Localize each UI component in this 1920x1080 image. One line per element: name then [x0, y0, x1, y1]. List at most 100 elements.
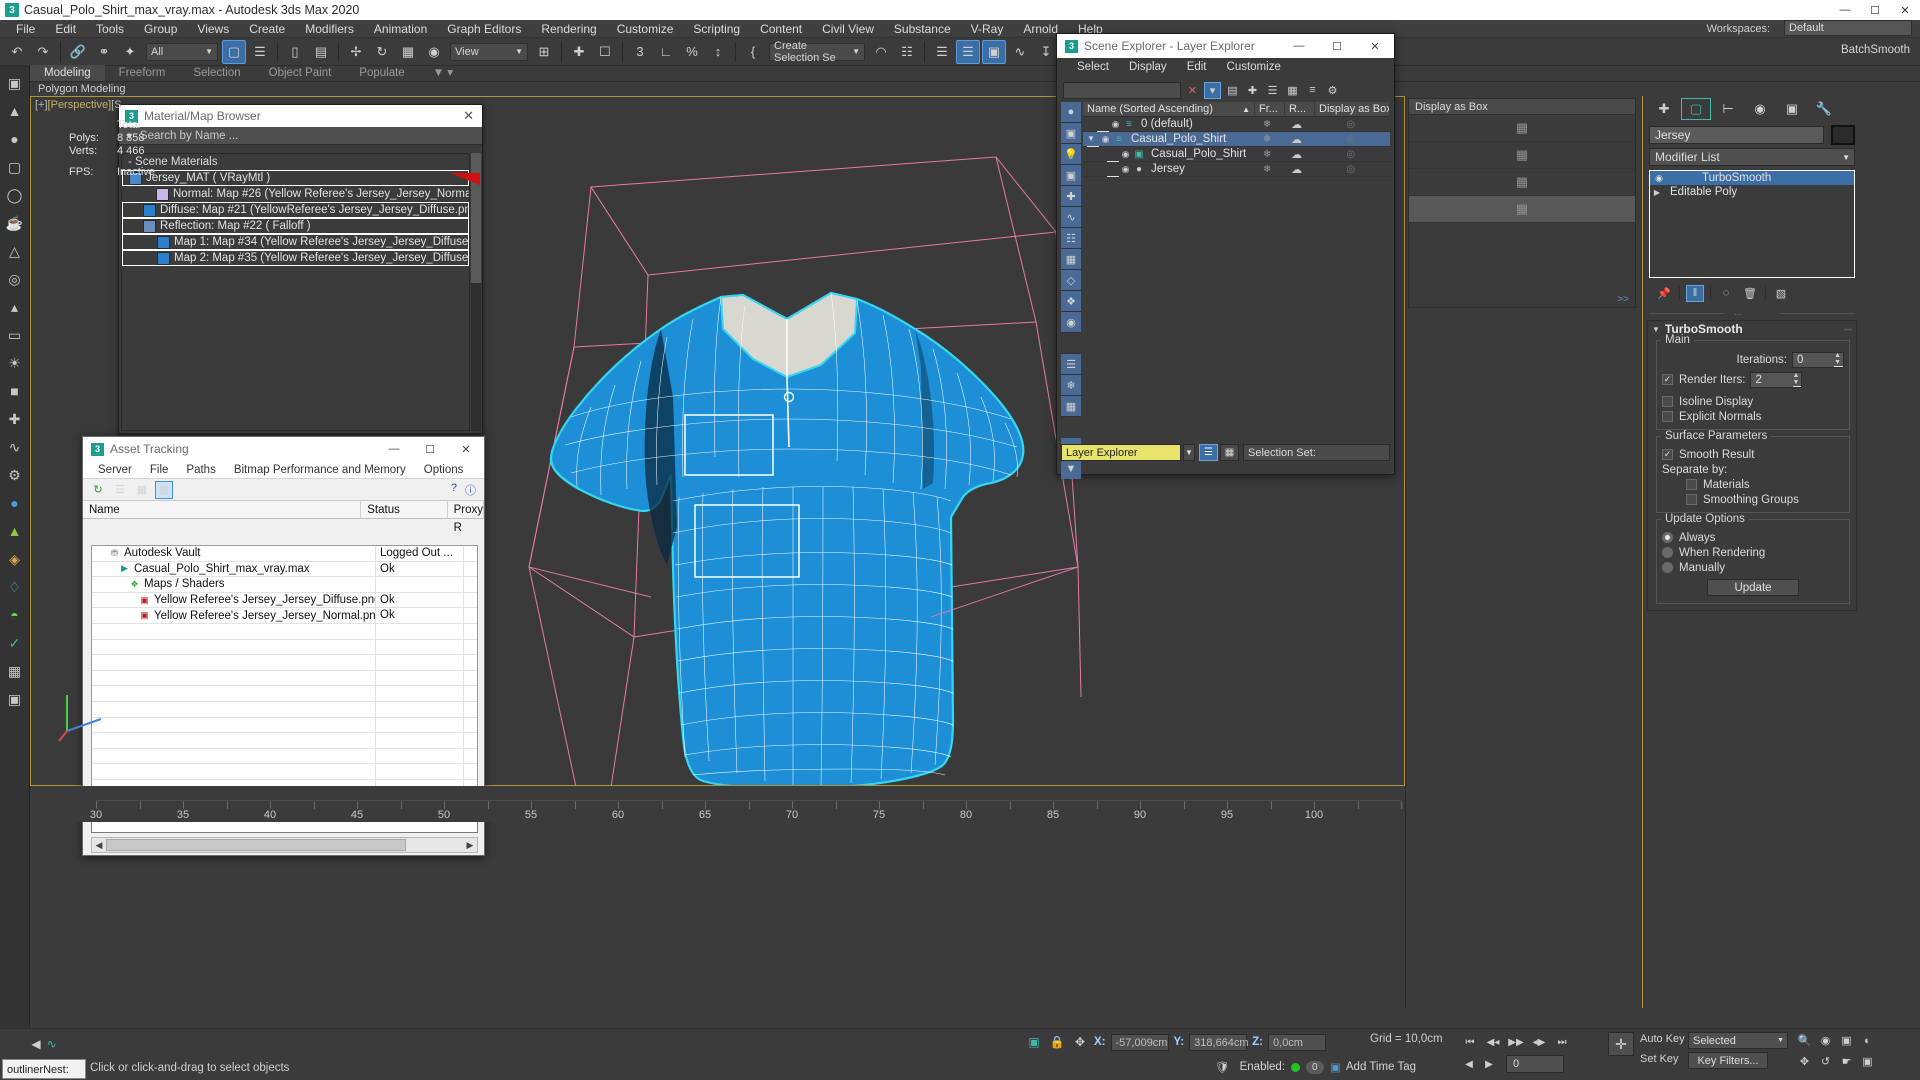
filter-xrefs-icon[interactable]: ▦ — [1061, 249, 1081, 269]
render-iters-checkbox[interactable]: ✓ — [1662, 374, 1673, 385]
isoline-checkbox[interactable] — [1662, 396, 1673, 407]
at-menu-server[interactable]: Server — [89, 464, 141, 476]
hscroll-thumb[interactable] — [106, 839, 406, 851]
menu-item-file[interactable]: File — [6, 20, 45, 38]
menu-item-tools[interactable]: Tools — [86, 20, 134, 38]
create-tab-icon[interactable]: ✚ — [1649, 98, 1679, 120]
col-proxy[interactable]: Proxy R — [448, 500, 484, 534]
reference-coordinate-combo[interactable]: View ▼ — [450, 42, 528, 61]
object-color-swatch[interactable] — [1831, 125, 1855, 145]
table-view-icon[interactable]: ▦ — [155, 480, 173, 499]
filter-frozen-icon[interactable]: ❄ — [1061, 375, 1081, 395]
angle-snap-icon[interactable]: ∟ — [654, 40, 678, 64]
freeze-icon[interactable]: ❄ — [1252, 149, 1281, 160]
hair-icon[interactable]: ▲ — [2, 518, 28, 544]
spacewarp-icon[interactable]: ∿ — [2, 434, 28, 460]
set-key-label[interactable]: Set Key — [1640, 1053, 1679, 1065]
menu-item-animation[interactable]: Animation — [364, 20, 437, 38]
explicit-normals-row[interactable]: Explicit Normals — [1662, 409, 1844, 424]
asset-row-empty[interactable] — [92, 733, 477, 749]
select-object-icon[interactable]: ▢ — [222, 39, 246, 64]
tube-icon[interactable]: ◎ — [2, 266, 28, 292]
scene-explorer-row[interactable]: ▼ ◉ ≡ Casual_Polo_Shirt ❄ ☁ ◎ — [1083, 132, 1390, 147]
select-and-manipulate-icon[interactable]: ✚ — [567, 40, 591, 64]
se-menu-customize[interactable]: Customize — [1217, 61, 1291, 73]
absolute-relative-icon[interactable]: ✥ — [1071, 1033, 1089, 1051]
material-slot-icon[interactable]: ● — [2, 490, 28, 516]
update-button[interactable]: Update — [1707, 579, 1799, 596]
pin-stack-icon[interactable]: 📌 — [1655, 285, 1673, 302]
se-menu-edit[interactable]: Edit — [1177, 61, 1217, 73]
filter-geometry-icon[interactable]: ● — [1061, 102, 1081, 122]
asset-tracking-minimize[interactable]: — — [376, 437, 412, 461]
curve-editor-icon[interactable]: ∿ — [1008, 40, 1032, 64]
listener-curve-icon[interactable]: ∿ — [47, 1037, 57, 1051]
isoline-row[interactable]: Isoline Display — [1662, 394, 1844, 409]
always-row[interactable]: Always — [1662, 530, 1844, 545]
pyramid-icon[interactable]: ▴ — [2, 294, 28, 320]
grid-icon[interactable]: ▦ — [2, 658, 28, 684]
filter-box-icon[interactable]: ▦ — [1061, 396, 1081, 416]
key-filters-button[interactable]: Key Filters... — [1688, 1052, 1768, 1069]
scene-explorer-search-input[interactable] — [1063, 81, 1181, 99]
play-animation-icon[interactable]: ▶▶ — [1506, 1033, 1526, 1052]
bind-space-warp-icon[interactable]: ✦ — [118, 40, 142, 64]
at-menu-options[interactable]: Options — [415, 464, 473, 476]
render-iters-spinner[interactable]: 2 ▲ ▼ — [1750, 371, 1803, 388]
menu-item-civil-view[interactable]: Civil View — [812, 20, 884, 38]
ribbon-tab-freeform[interactable]: Freeform — [105, 65, 180, 81]
frame-prev-icon[interactable]: ◀ — [1460, 1055, 1478, 1073]
plane-icon[interactable]: ▭ — [2, 322, 28, 348]
menu-item-create[interactable]: Create — [239, 20, 295, 38]
material-row[interactable]: Map 1: Map #34 (Yellow Referee's Jersey_… — [122, 234, 469, 250]
workspace-combo[interactable]: Default — [1784, 20, 1912, 36]
display-as-box-icon[interactable]: ◎ — [1311, 119, 1390, 130]
menu-item-group[interactable]: Group — [134, 20, 187, 38]
next-frame-icon[interactable]: ◂▶ — [1529, 1033, 1549, 1052]
schematic-view-icon[interactable]: ↧ — [1034, 40, 1058, 64]
percent-snap-icon[interactable]: % — [680, 40, 704, 64]
expand-more-icon[interactable]: >> — [1617, 294, 1629, 305]
clear-search-icon[interactable]: ✕ — [1184, 82, 1201, 99]
asset-row-empty[interactable] — [92, 764, 477, 780]
filter-spacewarps-icon[interactable]: ∿ — [1061, 207, 1081, 227]
refresh-icon[interactable]: ↻ — [89, 481, 107, 499]
teapot-icon[interactable]: ☕ — [2, 210, 28, 236]
frame-next-icon[interactable]: ▶ — [1480, 1055, 1498, 1073]
checkmark-icon[interactable]: ✓ — [2, 630, 28, 656]
at-menu-bitmap-performance-and-memory[interactable]: Bitmap Performance and Memory — [225, 464, 415, 476]
layer-list-toggle-icon[interactable]: ☰ — [1199, 444, 1218, 461]
auto-key-label[interactable]: Auto Key — [1640, 1033, 1685, 1045]
asset-row-empty[interactable] — [92, 639, 477, 656]
visibility-eye-icon[interactable]: ◉ — [1109, 119, 1122, 130]
expander-triangle-icon[interactable] — [1107, 161, 1119, 177]
menu-item-customize[interactable]: Customize — [607, 20, 684, 38]
ribbon-overflow-icon[interactable]: ▼ ▾ — [419, 65, 467, 81]
asset-row[interactable]: ▣ Yellow Referee's Jersey_Jersey_Normal.p… — [92, 608, 477, 624]
box-row[interactable]: ▦ — [1409, 142, 1635, 169]
box-row[interactable]: ▦ — [1409, 115, 1635, 142]
asset-row[interactable]: ▣ Yellow Referee's Jersey_Jersey_Diffuse.… — [92, 592, 477, 609]
selection-set-combo[interactable]: Create Selection Se ▼ — [769, 40, 865, 64]
material-row[interactable]: Normal: Map #26 (Yellow Referee's Jersey… — [122, 186, 469, 202]
display-as-box-icon[interactable]: ◎ — [1311, 149, 1390, 160]
iterations-spinner[interactable]: 0 ▲ ▼ — [1792, 351, 1844, 368]
motion-tab-icon[interactable]: ◉ — [1745, 98, 1775, 120]
select-move-icon[interactable]: ✢ — [344, 40, 368, 64]
align-icon[interactable]: ☷ — [895, 40, 919, 64]
filter-particles-icon[interactable]: ❖ — [1061, 291, 1081, 311]
previous-frame-icon[interactable]: ◀◂ — [1483, 1033, 1503, 1052]
material-browser-tree[interactable]: - Scene Materials Jersey_MAT ( VRayMtl )… — [121, 153, 470, 431]
filter-visible-icon[interactable]: ☰ — [1061, 354, 1081, 374]
window-crossing-icon[interactable]: ▤ — [309, 40, 333, 64]
materials-checkbox[interactable] — [1686, 479, 1697, 490]
list-view-icon[interactable]: ☰ — [111, 481, 129, 499]
walkthrough-icon[interactable]: ☛ — [1838, 1053, 1855, 1070]
rectangular-selection-icon[interactable]: ▯ — [283, 40, 307, 64]
scene-explorer-row[interactable]: ◉ ≡ 0 (default) ❄ ☁ ◎ — [1083, 117, 1390, 132]
outliner-field[interactable]: outlinerNest: — [2, 1059, 86, 1079]
always-radio[interactable] — [1662, 532, 1673, 543]
material-row[interactable]: Jersey_MAT ( VRayMtl ) — [122, 170, 469, 186]
go-to-end-icon[interactable]: ⏭ — [1552, 1033, 1572, 1052]
light-icon[interactable]: ☀ — [2, 350, 28, 376]
